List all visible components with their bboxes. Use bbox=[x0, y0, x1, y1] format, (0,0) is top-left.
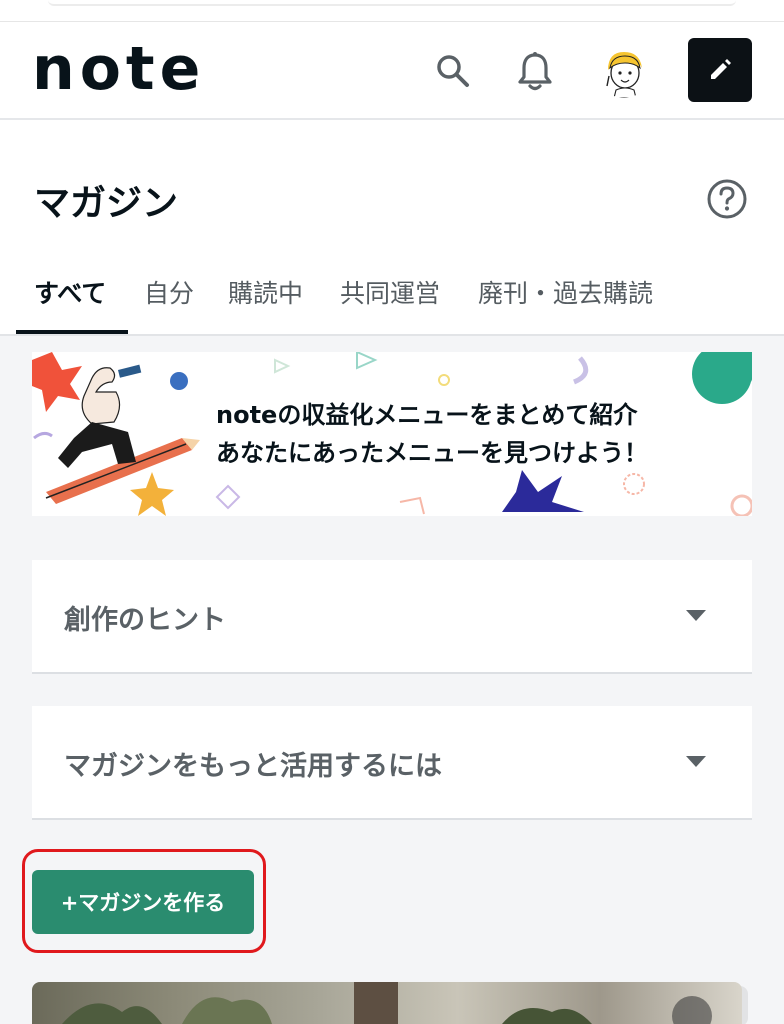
banner-line-2: あなたにあったメニューを見つけよう！ bbox=[216, 439, 648, 467]
banner-line-1: noteの収益化メニューをまとめて紹介 bbox=[216, 401, 638, 429]
tab-mine[interactable]: 自分 bbox=[144, 274, 194, 310]
search-icon[interactable] bbox=[430, 48, 476, 94]
cover-photo bbox=[62, 982, 712, 1024]
page-title: マガジン bbox=[34, 183, 179, 224]
bell-icon[interactable] bbox=[512, 48, 558, 94]
tab-subscribed[interactable]: 購読中 bbox=[228, 274, 303, 310]
help-icon[interactable] bbox=[706, 178, 748, 220]
accordion-creation-tips[interactable]: 創作のヒント bbox=[32, 560, 752, 674]
top-strip-line bbox=[48, 0, 736, 6]
note-logo[interactable]: note bbox=[32, 39, 232, 99]
monetization-banner[interactable]: noteの収益化メニューをまとめて紹介 あなたにあったメニューを見つけよう！ bbox=[32, 352, 752, 516]
site-header: note bbox=[0, 22, 784, 120]
browser-top-strip bbox=[0, 0, 784, 22]
tab-discontinued[interactable]: 廃刊・過去購読 bbox=[478, 274, 653, 310]
active-tab-indicator bbox=[16, 330, 128, 334]
caret-down-icon bbox=[686, 610, 706, 621]
post-button[interactable] bbox=[688, 38, 752, 102]
avatar[interactable] bbox=[598, 46, 650, 98]
page-titlebar: マガジン すべて 自分 購読中 共同運営 廃刊・過去購読 bbox=[0, 120, 784, 336]
create-magazine-button[interactable]: +マガジンを作る bbox=[32, 870, 254, 934]
accordion-label: マガジンをもっと活用するには bbox=[64, 751, 442, 782]
accordion-label: 創作のヒント bbox=[64, 605, 226, 636]
banner-text: noteの収益化メニューをまとめて紹介 あなたにあったメニューを見つけよう！ bbox=[216, 396, 648, 472]
tab-all[interactable]: すべて bbox=[34, 274, 106, 310]
pencil-icon bbox=[711, 59, 731, 79]
magazine-card-cover[interactable] bbox=[32, 982, 742, 1024]
tab-co-managed[interactable]: 共同運営 bbox=[340, 274, 440, 310]
accordion-magazine-tips[interactable]: マガジンをもっと活用するには bbox=[32, 706, 752, 820]
caret-down-icon bbox=[686, 756, 706, 767]
